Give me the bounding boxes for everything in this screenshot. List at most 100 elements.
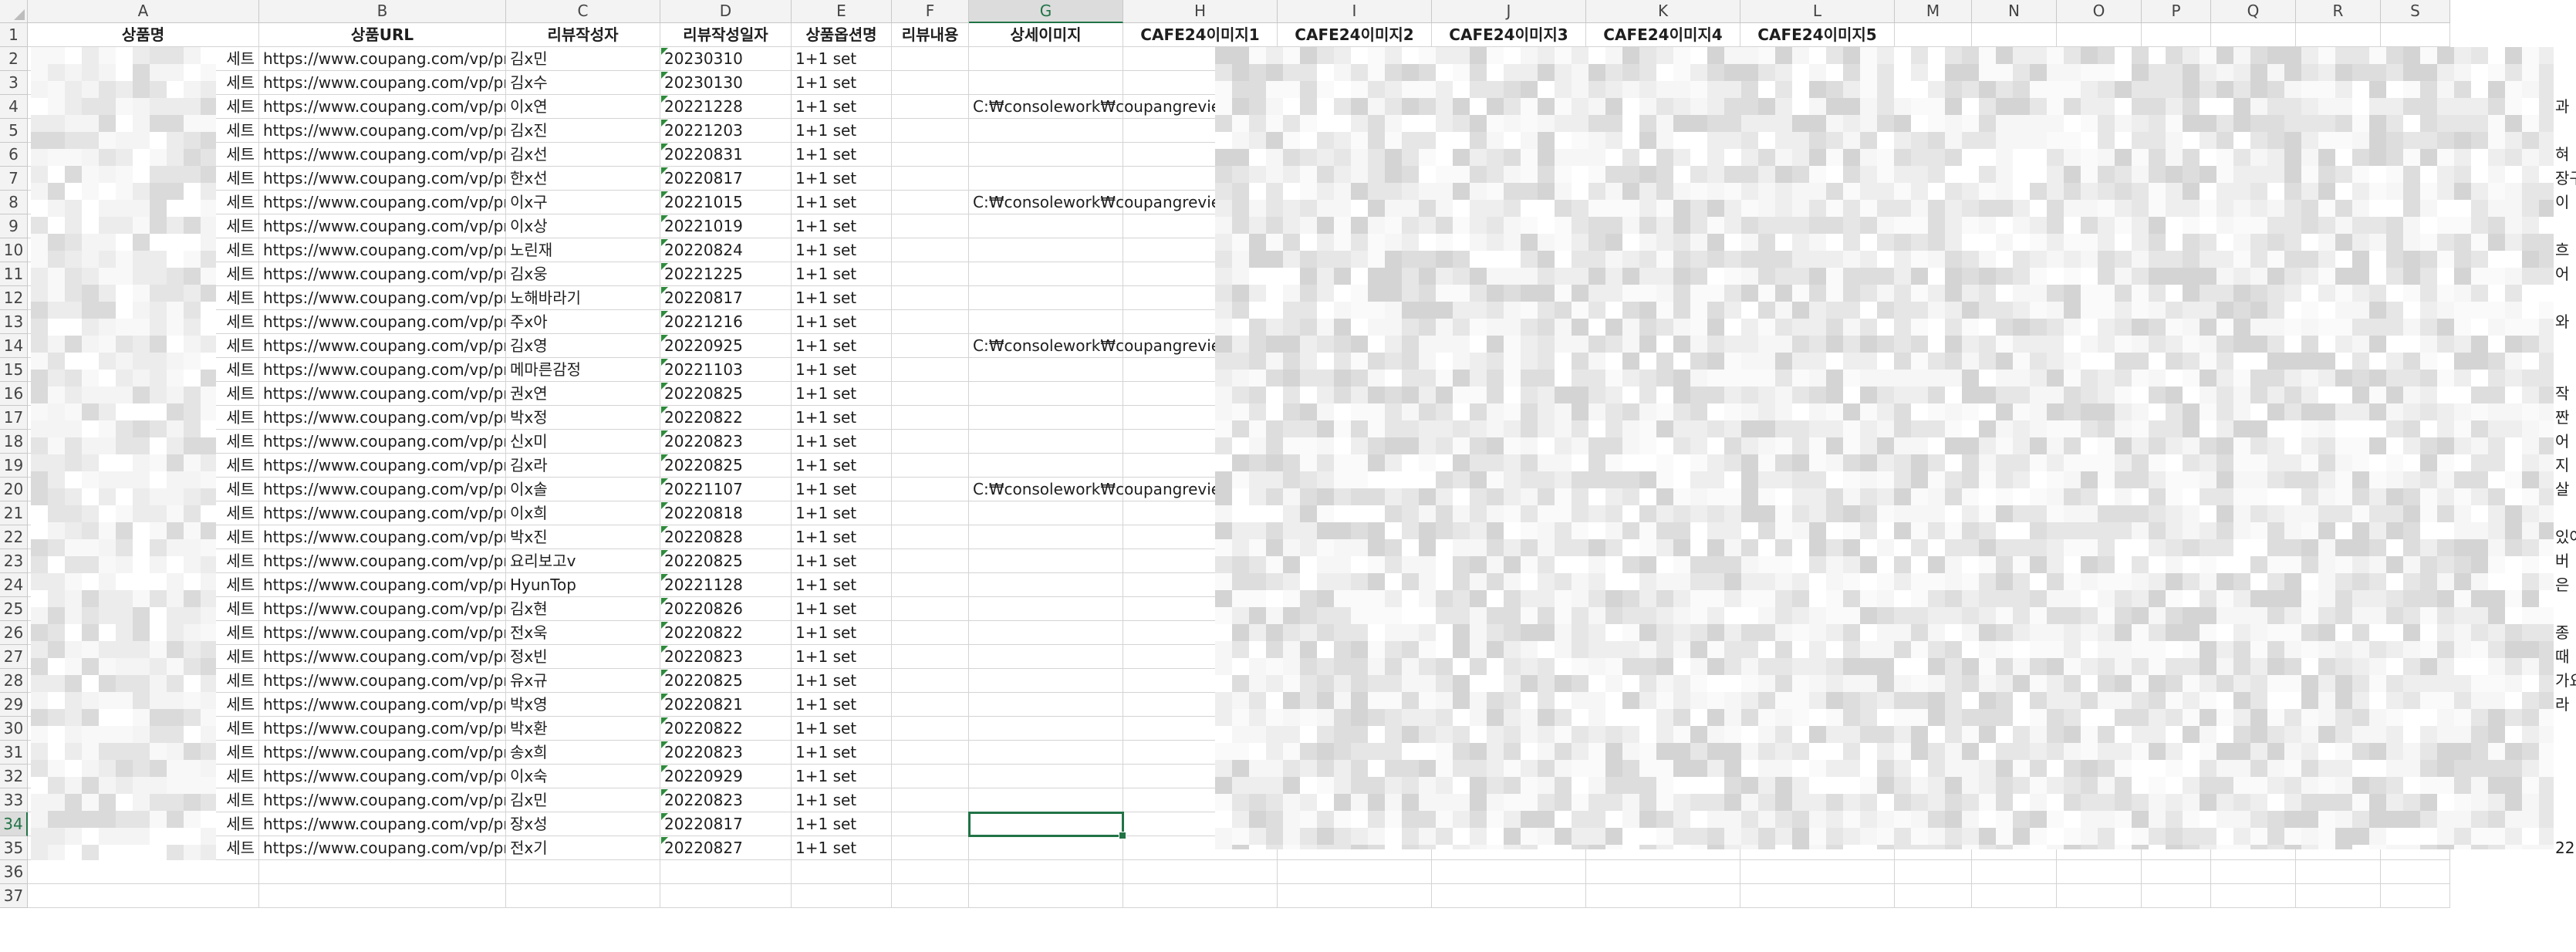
reviewer-cell[interactable]: 이x솔 <box>506 478 660 501</box>
header-cell-e[interactable]: 상품옵션명 <box>792 23 892 47</box>
empty-cell[interactable] <box>2211 23 2296 47</box>
review-date-cell[interactable]: 20220823 <box>660 741 792 765</box>
detail-image-cell[interactable]: C:₩consolework₩coupangreview₩image₩8 <box>969 95 1322 119</box>
product-url-cell[interactable]: https://www.coupang.com/vp/pro <box>259 262 506 286</box>
empty-cell[interactable] <box>2211 884 2296 908</box>
review-content-cell[interactable] <box>892 478 969 501</box>
review-date-cell[interactable]: 20220822 <box>660 406 792 430</box>
empty-cell[interactable] <box>1278 860 1432 884</box>
review-content-cell[interactable] <box>892 525 969 549</box>
empty-cell[interactable] <box>2211 860 2296 884</box>
reviewer-cell[interactable]: 송x희 <box>506 741 660 765</box>
detail-image-cell[interactable] <box>969 167 1123 191</box>
review-date-cell[interactable]: 20221225 <box>660 262 792 286</box>
review-content-cell[interactable] <box>892 238 969 262</box>
option-cell[interactable]: 1+1 set <box>792 645 892 669</box>
reviewer-cell[interactable]: 이x상 <box>506 214 660 238</box>
review-content-cell[interactable] <box>892 143 969 167</box>
empty-cell[interactable] <box>2057 23 2142 47</box>
detail-image-cell[interactable] <box>969 525 1123 549</box>
header-cell-h[interactable]: CAFE24이미지1 <box>1123 23 1278 47</box>
detail-image-cell[interactable] <box>969 382 1123 406</box>
header-cell-g[interactable]: 상세이미지 <box>969 23 1123 47</box>
row-header[interactable]: 32 <box>0 765 28 788</box>
option-cell[interactable]: 1+1 set <box>792 454 892 478</box>
review-date-cell[interactable]: 20220817 <box>660 167 792 191</box>
reviewer-cell[interactable]: 전x욱 <box>506 621 660 645</box>
empty-cell[interactable] <box>506 860 660 884</box>
option-cell[interactable]: 1+1 set <box>792 262 892 286</box>
empty-cell[interactable] <box>2381 884 2450 908</box>
empty-cell[interactable] <box>2381 23 2450 47</box>
row-header[interactable]: 13 <box>0 310 28 334</box>
reviewer-cell[interactable]: HyunTop <box>506 573 660 597</box>
empty-cell[interactable] <box>2142 23 2211 47</box>
column-header-k[interactable]: K <box>1586 0 1740 23</box>
product-url-cell[interactable]: https://www.coupang.com/vp/pro <box>259 765 506 788</box>
row-header[interactable]: 8 <box>0 191 28 214</box>
product-url-cell[interactable]: https://www.coupang.com/vp/pro <box>259 310 506 334</box>
empty-cell[interactable] <box>792 860 892 884</box>
fill-handle[interactable] <box>1119 832 1126 839</box>
option-cell[interactable]: 1+1 set <box>792 478 892 501</box>
empty-cell[interactable] <box>1740 860 1895 884</box>
product-url-cell[interactable]: https://www.coupang.com/vp/pro <box>259 501 506 525</box>
row-header[interactable]: 17 <box>0 406 28 430</box>
product-url-cell[interactable]: https://www.coupang.com/vp/pro <box>259 119 506 143</box>
option-cell[interactable]: 1+1 set <box>792 382 892 406</box>
detail-image-cell[interactable] <box>969 310 1123 334</box>
empty-cell[interactable] <box>2142 884 2211 908</box>
empty-cell[interactable] <box>2057 884 2142 908</box>
active-cell-selection[interactable] <box>968 812 1126 839</box>
detail-image-cell[interactable] <box>969 621 1123 645</box>
reviewer-cell[interactable]: 이x숙 <box>506 765 660 788</box>
product-url-cell[interactable]: https://www.coupang.com/vp/pro <box>259 286 506 310</box>
detail-image-cell[interactable] <box>969 597 1123 621</box>
reviewer-cell[interactable]: 김x선 <box>506 143 660 167</box>
column-header-f[interactable]: F <box>892 0 969 23</box>
review-content-cell[interactable] <box>892 836 969 860</box>
review-date-cell[interactable]: 20220822 <box>660 621 792 645</box>
product-url-cell[interactable]: https://www.coupang.com/vp/pro <box>259 717 506 741</box>
reviewer-cell[interactable]: 박x영 <box>506 693 660 717</box>
empty-cell[interactable] <box>1123 860 1278 884</box>
review-date-cell[interactable]: 20220825 <box>660 454 792 478</box>
review-date-cell[interactable]: 20220825 <box>660 669 792 693</box>
review-content-cell[interactable] <box>892 597 969 621</box>
review-content-cell[interactable] <box>892 788 969 812</box>
empty-cell[interactable] <box>969 860 1123 884</box>
reviewer-cell[interactable]: 김x라 <box>506 454 660 478</box>
review-content-cell[interactable] <box>892 741 969 765</box>
empty-cell[interactable] <box>1972 860 2057 884</box>
review-date-cell[interactable]: 20220821 <box>660 693 792 717</box>
product-url-cell[interactable]: https://www.coupang.com/vp/pro <box>259 358 506 382</box>
review-content-cell[interactable] <box>892 95 969 119</box>
review-date-cell[interactable]: 20221015 <box>660 191 792 214</box>
product-url-cell[interactable]: https://www.coupang.com/vp/pro <box>259 525 506 549</box>
reviewer-cell[interactable]: 박x정 <box>506 406 660 430</box>
reviewer-cell[interactable]: 김x웅 <box>506 262 660 286</box>
detail-image-cell[interactable] <box>969 286 1123 310</box>
row-header[interactable]: 30 <box>0 717 28 741</box>
detail-image-cell[interactable] <box>969 693 1123 717</box>
product-url-cell[interactable]: https://www.coupang.com/vp/pro <box>259 430 506 454</box>
review-date-cell[interactable]: 20220825 <box>660 549 792 573</box>
product-url-cell[interactable]: https://www.coupang.com/vp/pro <box>259 788 506 812</box>
review-date-cell[interactable]: 20221216 <box>660 310 792 334</box>
row-header[interactable]: 29 <box>0 693 28 717</box>
product-url-cell[interactable]: https://www.coupang.com/vp/pro <box>259 836 506 860</box>
review-date-cell[interactable]: 20221107 <box>660 478 792 501</box>
product-url-cell[interactable]: https://www.coupang.com/vp/pro <box>259 191 506 214</box>
column-header-e[interactable]: E <box>792 0 892 23</box>
option-cell[interactable]: 1+1 set <box>792 238 892 262</box>
detail-image-cell[interactable] <box>969 645 1123 669</box>
column-header-m[interactable]: M <box>1895 0 1972 23</box>
review-content-cell[interactable] <box>892 812 969 836</box>
detail-image-cell[interactable] <box>969 238 1123 262</box>
review-date-cell[interactable]: 20220818 <box>660 501 792 525</box>
empty-cell[interactable] <box>1586 860 1740 884</box>
header-cell-b[interactable]: 상품URL <box>259 23 506 47</box>
column-header-s[interactable]: S <box>2381 0 2450 23</box>
header-cell-a[interactable]: 상품명 <box>28 23 259 47</box>
column-header-d[interactable]: D <box>660 0 792 23</box>
